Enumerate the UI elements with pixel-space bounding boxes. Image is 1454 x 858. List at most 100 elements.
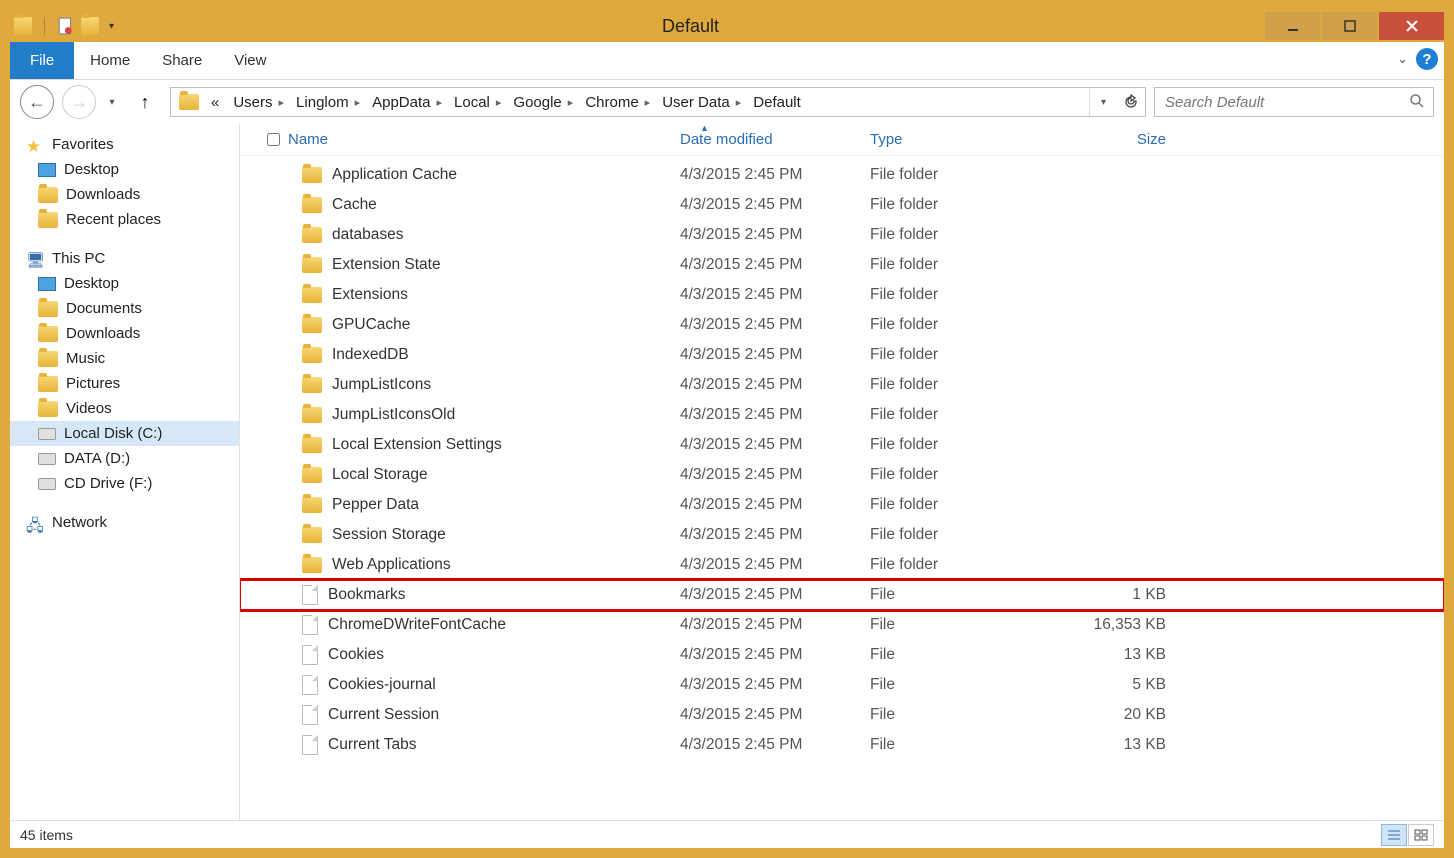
select-all-checkbox[interactable]	[258, 133, 288, 146]
file-row[interactable]: Bookmarks4/3/2015 2:45 PMFile1 KB	[240, 580, 1444, 610]
sidebar-group-thispc[interactable]: 🖥 This PC	[10, 246, 239, 271]
file-date: 4/3/2015 2:45 PM	[680, 376, 870, 394]
up-button[interactable]: ↑	[128, 85, 162, 119]
sidebar-group-network[interactable]: 🖧 Network	[10, 510, 239, 535]
file-row[interactable]: Local Storage4/3/2015 2:45 PMFile folder	[240, 460, 1444, 490]
file-row[interactable]: Extensions4/3/2015 2:45 PMFile folder	[240, 280, 1444, 310]
sidebar-item[interactable]: Music	[10, 346, 239, 371]
help-button[interactable]: ?	[1416, 48, 1438, 70]
nav-pane[interactable]: ★ Favorites DesktopDownloadsRecent place…	[10, 124, 240, 820]
back-button[interactable]: ←	[20, 85, 54, 119]
file-type: File folder	[870, 286, 1058, 304]
forward-button[interactable]: →	[62, 85, 96, 119]
file-row[interactable]: GPUCache4/3/2015 2:45 PMFile folder	[240, 310, 1444, 340]
file-name: Session Storage	[332, 526, 446, 544]
thumbnail-view-button[interactable]	[1408, 824, 1434, 846]
sidebar-group-favorites[interactable]: ★ Favorites	[10, 132, 239, 157]
file-row[interactable]: ChromeDWriteFontCache4/3/2015 2:45 PMFil…	[240, 610, 1444, 640]
sidebar-item[interactable]: DATA (D:)	[10, 446, 239, 471]
drive-icon	[38, 301, 58, 317]
file-row[interactable]: Session Storage4/3/2015 2:45 PMFile fold…	[240, 520, 1444, 550]
breadcrumb-item[interactable]: AppData ▸	[366, 92, 448, 113]
tab-share[interactable]: Share	[146, 42, 218, 79]
folder-icon	[38, 212, 58, 228]
breadcrumb-item[interactable]: Default	[747, 92, 807, 113]
file-type: File	[870, 586, 1058, 604]
file-type: File folder	[870, 526, 1058, 544]
file-name: JumpListIconsOld	[332, 406, 455, 424]
new-folder-icon[interactable]	[81, 17, 99, 35]
file-row[interactable]: JumpListIconsOld4/3/2015 2:45 PMFile fol…	[240, 400, 1444, 430]
breadcrumb-item[interactable]: Google ▸	[507, 92, 579, 113]
minimize-button[interactable]	[1265, 12, 1320, 40]
folder-icon	[302, 257, 322, 273]
file-name: Application Cache	[332, 166, 457, 184]
breadcrumb-item[interactable]: Users ▸	[227, 92, 290, 113]
file-row[interactable]: Pepper Data4/3/2015 2:45 PMFile folder	[240, 490, 1444, 520]
thispc-label: This PC	[52, 250, 105, 267]
details-view-button[interactable]	[1381, 824, 1407, 846]
file-tab[interactable]: File	[10, 42, 74, 79]
breadcrumb-prefix[interactable]: «	[205, 92, 225, 113]
search-box[interactable]	[1154, 87, 1434, 117]
recent-locations-dropdown[interactable]: ▾	[104, 85, 120, 119]
properties-icon[interactable]	[57, 17, 75, 35]
file-row[interactable]: Current Session4/3/2015 2:45 PMFile20 KB	[240, 700, 1444, 730]
address-bar[interactable]: « Users ▸Linglom ▸AppData ▸Local ▸Google…	[170, 87, 1146, 117]
ribbon-expand-icon[interactable]: ⌄	[1397, 51, 1408, 67]
sidebar-item[interactable]: Recent places	[10, 207, 239, 232]
sidebar-item[interactable]: CD Drive (F:)	[10, 471, 239, 496]
breadcrumb-item[interactable]: User Data ▸	[656, 92, 747, 113]
column-type[interactable]: Type	[870, 131, 1058, 148]
sidebar-item[interactable]: Desktop	[10, 157, 239, 182]
maximize-button[interactable]	[1322, 12, 1377, 40]
refresh-button[interactable]	[1117, 88, 1145, 116]
file-size: 20 KB	[1058, 706, 1178, 724]
tab-home[interactable]: Home	[74, 42, 146, 79]
folder-icon	[302, 227, 322, 243]
file-rows[interactable]: Application Cache 4/3/2015 2:45 PM File fo…	[240, 156, 1444, 820]
sidebar-item[interactable]: Local Disk (C:)	[10, 421, 239, 446]
column-name[interactable]: Name	[288, 131, 680, 148]
status-text: 45 items	[20, 827, 73, 843]
file-row[interactable]: Cookies-journal4/3/2015 2:45 PMFile5 KB	[240, 670, 1444, 700]
file-row[interactable]: Cookies4/3/2015 2:45 PMFile13 KB	[240, 640, 1444, 670]
file-row[interactable]: Extension State4/3/2015 2:45 PMFile fold…	[240, 250, 1444, 280]
file-icon	[302, 645, 318, 665]
file-row[interactable]: IndexedDB4/3/2015 2:45 PMFile folder	[240, 340, 1444, 370]
file-row[interactable]: Current Tabs4/3/2015 2:45 PMFile13 KB	[240, 730, 1444, 760]
file-date: 4/3/2015 2:45 PM	[680, 226, 870, 244]
chevron-right-icon: ▸	[436, 96, 442, 109]
column-date[interactable]: Date modified	[680, 131, 870, 148]
file-icon	[302, 735, 318, 755]
tab-view[interactable]: View	[218, 42, 282, 79]
file-row[interactable]: Application Cache4/3/2015 2:45 PMFile fo…	[240, 160, 1444, 190]
sidebar-item[interactable]: Documents	[10, 296, 239, 321]
search-icon[interactable]	[1409, 93, 1425, 112]
sidebar-item[interactable]: Downloads	[10, 321, 239, 346]
close-button[interactable]	[1379, 12, 1444, 40]
sidebar-item[interactable]: Downloads	[10, 182, 239, 207]
file-row[interactable]: Web Applications4/3/2015 2:45 PMFile fol…	[240, 550, 1444, 580]
file-row[interactable]: databases4/3/2015 2:45 PMFile folder	[240, 220, 1444, 250]
address-dropdown-icon[interactable]: ▾	[1089, 88, 1117, 116]
folder-icon	[302, 197, 322, 213]
sidebar-item[interactable]: Pictures	[10, 371, 239, 396]
titlebar: ▾ Default	[10, 10, 1444, 42]
file-row[interactable]: JumpListIcons4/3/2015 2:45 PMFile folder	[240, 370, 1444, 400]
breadcrumb-item[interactable]: Chrome ▸	[579, 92, 656, 113]
file-name: Web Applications	[332, 556, 451, 574]
breadcrumb-item[interactable]: Local ▸	[448, 92, 507, 113]
quick-access-dropdown-icon[interactable]: ▾	[105, 21, 118, 32]
sidebar-item[interactable]: Videos	[10, 396, 239, 421]
chevron-right-icon: ▸	[279, 96, 285, 109]
window-title: Default	[118, 16, 1263, 37]
sidebar-item[interactable]: Desktop	[10, 271, 239, 296]
folder-icon	[302, 347, 322, 363]
chevron-right-icon: ▸	[645, 96, 651, 109]
breadcrumb-item[interactable]: Linglom ▸	[290, 92, 366, 113]
search-input[interactable]	[1163, 93, 1409, 112]
column-size[interactable]: Size	[1058, 131, 1178, 148]
file-row[interactable]: Cache4/3/2015 2:45 PMFile folder	[240, 190, 1444, 220]
file-row[interactable]: Local Extension Settings4/3/2015 2:45 PM…	[240, 430, 1444, 460]
